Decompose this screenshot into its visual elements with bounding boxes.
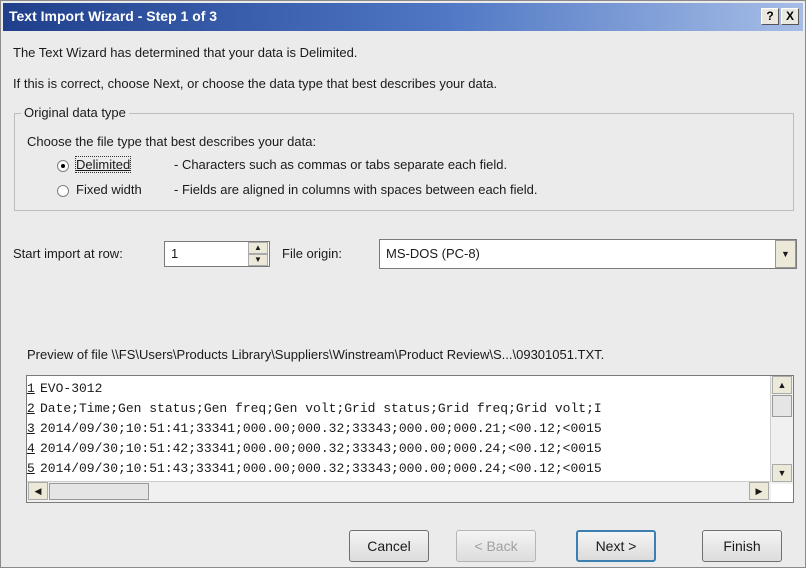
scroll-down-icon[interactable]: ▼ — [772, 464, 792, 482]
preview-row-text: EVO-3012 — [40, 381, 103, 396]
preview-label: Preview of file \\FS\Users\Products Libr… — [27, 347, 605, 362]
fixed-width-description: - Fields are aligned in columns with spa… — [174, 182, 538, 197]
horizontal-scroll-thumb[interactable] — [49, 483, 149, 500]
vertical-scrollbar[interactable]: ▲ ▼ — [770, 376, 793, 484]
title-bar: Text Import Wizard - Step 1 of 3 ? X — [3, 3, 803, 31]
original-data-type-legend: Original data type — [21, 105, 129, 120]
delimited-description: - Characters such as commas or tabs sepa… — [174, 157, 508, 172]
preview-row: 4 2014/09/30;10:51:42;33341;000.00;000.32… — [27, 440, 602, 458]
file-origin-label: File origin: — [282, 246, 342, 261]
file-preview[interactable]: 1 EVO-3012 2 Date;Time;Gen status;Gen freq… — [26, 375, 794, 503]
next-button[interactable]: Next > — [576, 530, 656, 562]
preview-row-number: 4 — [27, 441, 35, 456]
preview-row: 1 EVO-3012 — [27, 380, 102, 398]
file-origin-select[interactable]: MS-DOS (PC-8) — [379, 239, 797, 269]
delimited-radio[interactable] — [57, 160, 69, 172]
fixed-width-radio[interactable] — [57, 185, 69, 197]
horizontal-scrollbar[interactable]: ◀ ▶ — [27, 481, 771, 502]
preview-row-number: 2 — [27, 401, 35, 416]
intro-line-1: The Text Wizard has determined that your… — [13, 45, 358, 60]
preview-row-text: 2014/09/30;10:51:42;33341;000.00;000.32;… — [40, 441, 602, 456]
file-type-prompt: Choose the file type that best describes… — [27, 134, 317, 149]
window-title: Text Import Wizard - Step 1 of 3 — [9, 8, 218, 24]
preview-row: 3 2014/09/30;10:51:41;33341;000.00;000.32… — [27, 420, 602, 438]
preview-row-text: 2014/09/30;10:51:41;33341;000.00;000.32;… — [40, 421, 602, 436]
cancel-button[interactable]: Cancel — [349, 530, 429, 562]
scroll-up-icon[interactable]: ▲ — [772, 376, 792, 394]
file-origin-value: MS-DOS (PC-8) — [386, 246, 480, 261]
preview-row-number: 5 — [27, 461, 35, 476]
preview-row-number: 3 — [27, 421, 35, 436]
fixed-width-label[interactable]: Fixed width — [76, 182, 142, 197]
preview-row-text: 2014/09/30;10:51:43;33341;000.00;000.32;… — [40, 461, 602, 476]
close-button[interactable]: X — [781, 8, 799, 25]
help-button[interactable]: ? — [761, 8, 779, 25]
intro-line-2: If this is correct, choose Next, or choo… — [13, 76, 498, 91]
scroll-left-icon[interactable]: ◀ — [28, 482, 48, 500]
vertical-scroll-thumb[interactable] — [772, 395, 792, 417]
preview-row-text: Date;Time;Gen status;Gen freq;Gen volt;G… — [40, 401, 602, 416]
delimited-label[interactable]: Delimited — [74, 156, 132, 173]
text-import-wizard-dialog: Text Import Wizard - Step 1 of 3 ? X The… — [0, 0, 806, 568]
preview-row-number: 1 — [27, 381, 35, 396]
preview-row: 2 Date;Time;Gen status;Gen freq;Gen volt;… — [27, 400, 602, 418]
start-row-value: 1 — [171, 246, 179, 261]
back-button[interactable]: < Back — [456, 530, 536, 562]
spin-up-icon[interactable]: ▲ — [248, 242, 268, 254]
dropdown-arrow-icon[interactable]: ▼ — [775, 240, 796, 268]
finish-button[interactable]: Finish — [702, 530, 782, 562]
scroll-right-icon[interactable]: ▶ — [749, 482, 769, 500]
spin-down-icon[interactable]: ▼ — [248, 254, 268, 266]
start-row-label: Start import at row: — [13, 246, 123, 261]
preview-row: 5 2014/09/30;10:51:43;33341;000.00;000.32… — [27, 460, 602, 478]
